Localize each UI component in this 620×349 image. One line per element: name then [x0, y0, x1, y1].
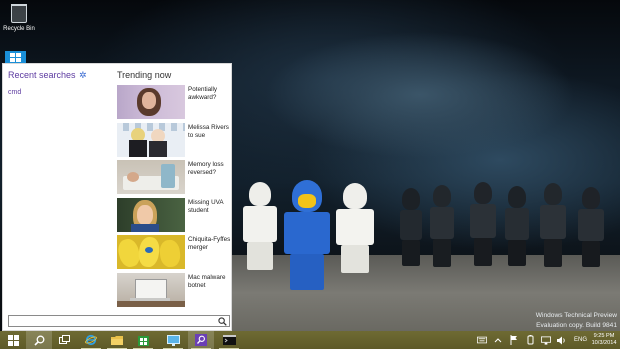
search-icon[interactable] [218, 317, 227, 326]
task-view-button[interactable] [52, 331, 78, 349]
wallpaper-figure [243, 182, 277, 272]
watermark-line-2: Evaluation copy. Build 9841 [536, 322, 617, 329]
trending-item[interactable]: Potentially awkward? [117, 85, 231, 123]
taskbar: ENG 9:25 PM 10/3/2014 [0, 331, 620, 349]
recycle-bin[interactable]: Recycle Bin [2, 4, 36, 32]
internet-explorer-icon [85, 334, 97, 346]
trending-label: Mac malware botnet [188, 273, 226, 289]
trending-item[interactable]: Melissa Rivers to sue [117, 122, 231, 161]
trending-item[interactable]: Mac malware botnet [117, 272, 231, 311]
search-panel: Recent searches ✲ cmd Trending now Poten… [2, 63, 232, 331]
wallpaper-figure [282, 180, 332, 292]
trending-title: Trending now [117, 70, 172, 80]
search-icon [33, 335, 44, 346]
wallpaper-figure [336, 183, 374, 275]
wallpaper-figure [540, 183, 566, 269]
system-tray: ENG 9:25 PM 10/3/2014 [474, 331, 620, 349]
wallpaper-figure [430, 185, 454, 269]
recycle-bin-icon [11, 4, 27, 23]
settings-gear-icon[interactable]: ✲ [79, 70, 87, 81]
windows-logo-icon [10, 53, 21, 62]
taskbar-file-explorer[interactable] [104, 331, 130, 349]
wallpaper-figure [470, 182, 496, 268]
trending-label: Memory loss reversed? [188, 161, 224, 177]
recycle-bin-label: Recycle Bin [3, 26, 35, 32]
taskbar-search-app[interactable] [188, 331, 214, 349]
flag-icon[interactable] [509, 335, 519, 345]
wallpaper-figure [505, 186, 529, 268]
watermark-line-1: Windows Technical Preview [535, 312, 617, 319]
trending-label: Missing UVA student [188, 198, 224, 214]
trending-thumbnail [117, 272, 185, 307]
taskbar-remote-desktop[interactable] [160, 331, 186, 349]
taskbar-search-button[interactable] [26, 331, 52, 349]
clock[interactable]: 9:25 PM 10/3/2014 [591, 333, 617, 347]
trending-thumbnail [117, 160, 185, 194]
trending-label: Melissa Rivers to sue [188, 123, 229, 139]
volume-icon[interactable] [557, 335, 567, 345]
taskbar-command-prompt[interactable] [216, 331, 242, 349]
start-button[interactable] [0, 331, 26, 349]
taskbar-store[interactable] [130, 331, 156, 349]
trending-label: Potentially awkward? [188, 86, 218, 102]
network-icon[interactable] [541, 335, 551, 345]
windows-logo-icon [7, 334, 19, 346]
trending-item[interactable]: Chiquita-Fyffes merger [117, 235, 231, 273]
trending-thumbnail [117, 122, 185, 157]
folder-icon [111, 336, 123, 345]
store-icon [137, 336, 149, 346]
chevron-up-icon[interactable] [493, 335, 503, 345]
search-input[interactable] [8, 315, 230, 327]
recent-searches-title: Recent searches [8, 70, 76, 80]
trending-item[interactable]: Missing UVA student [117, 197, 231, 236]
monitor-icon [166, 334, 180, 346]
keyboard-icon[interactable] [477, 335, 487, 345]
clock-time: 9:25 PM [593, 333, 615, 339]
trending-label: Chiquita-Fyffes merger [188, 236, 231, 252]
trending-thumbnail [117, 197, 185, 232]
recent-search-item[interactable]: cmd [8, 89, 21, 96]
clock-date: 10/3/2014 [591, 340, 617, 346]
task-view-icon [59, 335, 70, 344]
power-icon[interactable] [525, 335, 535, 345]
trending-list: Potentially awkward? Melissa Rivers to s… [117, 85, 231, 310]
wallpaper-figure [578, 187, 604, 269]
trending-item[interactable]: Memory loss reversed? [117, 160, 231, 198]
wallpaper-figure [400, 188, 422, 268]
language-indicator[interactable]: ENG [574, 337, 587, 343]
evaluation-watermark: Windows Technical Preview Evaluation cop… [536, 311, 617, 331]
command-prompt-icon [222, 335, 236, 345]
trending-thumbnail [117, 235, 185, 269]
trending-thumbnail [117, 85, 185, 119]
taskbar-internet-explorer[interactable] [78, 331, 104, 349]
search-app-icon [195, 334, 207, 346]
